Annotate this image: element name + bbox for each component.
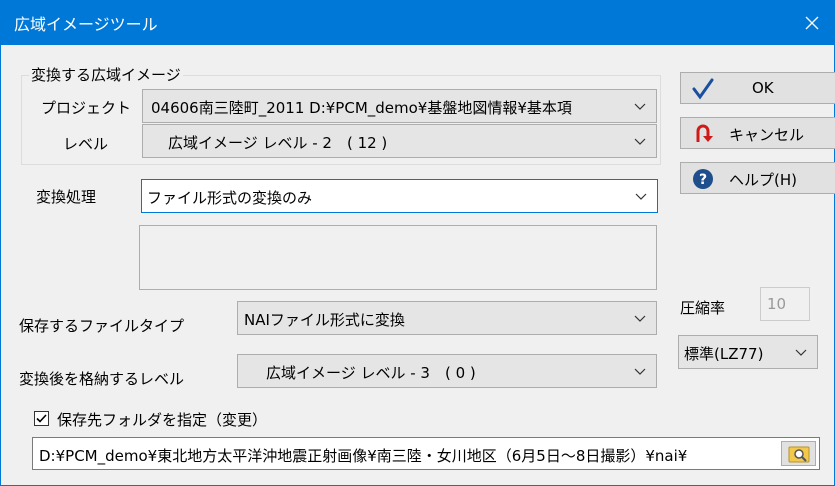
target-level-label: 変換後を格納するレベル xyxy=(19,370,185,388)
level-label: レベル xyxy=(63,135,109,153)
chevron-down-icon xyxy=(795,349,807,356)
project-label: プロジェクト xyxy=(41,99,132,117)
ok-label: OK xyxy=(752,79,774,97)
chevron-down-icon xyxy=(634,315,646,322)
compression-input[interactable]: 10 xyxy=(760,287,810,321)
filetype-label: 保存するファイルタイプ xyxy=(19,317,185,335)
help-label: ヘルプ(H) xyxy=(729,171,797,189)
dialog-window: 広域イメージツール 変換する広域イメージ プロジェクト 04606南三陸町_20… xyxy=(0,0,835,486)
level-value: 広域イメージ レベル - 2 ( 12 ) xyxy=(168,134,388,152)
cancel-button[interactable]: キャンセル xyxy=(680,117,835,149)
chevron-down-icon xyxy=(635,193,647,200)
window-title: 広域イメージツール xyxy=(14,15,158,34)
filetype-select[interactable]: NAIファイル形式に変換 xyxy=(237,301,657,335)
title-bar: 広域イメージツール xyxy=(0,0,835,45)
cancel-label: キャンセル xyxy=(729,126,805,144)
close-button[interactable] xyxy=(789,0,835,45)
checkmark-icon xyxy=(692,78,714,100)
project-value: 04606南三陸町_2011 D:¥PCM_demo¥基盤地図情報¥基本項 xyxy=(151,99,572,117)
chevron-down-icon xyxy=(634,368,646,375)
save-folder-path: D:¥PCM_demo¥東北地方太平洋沖地震正射画像¥南三陸・女川地区（6月5日… xyxy=(39,447,688,465)
checkmark-icon xyxy=(36,414,47,423)
source-image-group-title: 変換する広域イメージ xyxy=(29,64,183,85)
close-icon xyxy=(805,16,819,29)
process-description-box xyxy=(139,225,657,290)
chevron-down-icon xyxy=(634,103,646,110)
chevron-down-icon xyxy=(634,138,646,145)
compression-mode-value: 標準(LZ77) xyxy=(684,345,764,363)
help-button[interactable]: ? ヘルプ(H) xyxy=(680,162,835,194)
process-value: ファイル形式の変換のみ xyxy=(147,189,313,207)
browse-folder-button[interactable] xyxy=(781,441,816,466)
ok-button[interactable]: OK xyxy=(680,72,835,104)
target-level-value: 広域イメージ レベル - 3 ( 0 ) xyxy=(266,364,476,382)
project-select[interactable]: 04606南三陸町_2011 D:¥PCM_demo¥基盤地図情報¥基本項 xyxy=(142,89,657,123)
process-label: 変換処理 xyxy=(36,188,97,206)
dialog-body: 変換する広域イメージ プロジェクト 04606南三陸町_2011 D:¥PCM_… xyxy=(1,45,835,485)
svg-text:?: ? xyxy=(699,172,707,188)
help-icon: ? xyxy=(693,169,713,189)
save-folder-label[interactable]: 保存先フォルダを指定（変更） xyxy=(57,409,267,430)
compression-mode-select[interactable]: 標準(LZ77) xyxy=(678,335,818,369)
process-select[interactable]: ファイル形式の変換のみ xyxy=(141,179,658,213)
folder-search-icon xyxy=(788,446,810,463)
target-level-select[interactable]: 広域イメージ レベル - 3 ( 0 ) xyxy=(237,354,657,388)
undo-arrow-icon xyxy=(696,124,713,142)
save-folder-path-field[interactable]: D:¥PCM_demo¥東北地方太平洋沖地震正射画像¥南三陸・女川地区（6月5日… xyxy=(32,437,820,470)
level-select[interactable]: 広域イメージ レベル - 2 ( 12 ) xyxy=(142,124,657,158)
save-folder-checkbox[interactable] xyxy=(34,411,49,426)
compression-label: 圧縮率 xyxy=(680,299,726,317)
compression-value: 10 xyxy=(767,295,787,313)
filetype-value: NAIファイル形式に変換 xyxy=(244,311,405,329)
